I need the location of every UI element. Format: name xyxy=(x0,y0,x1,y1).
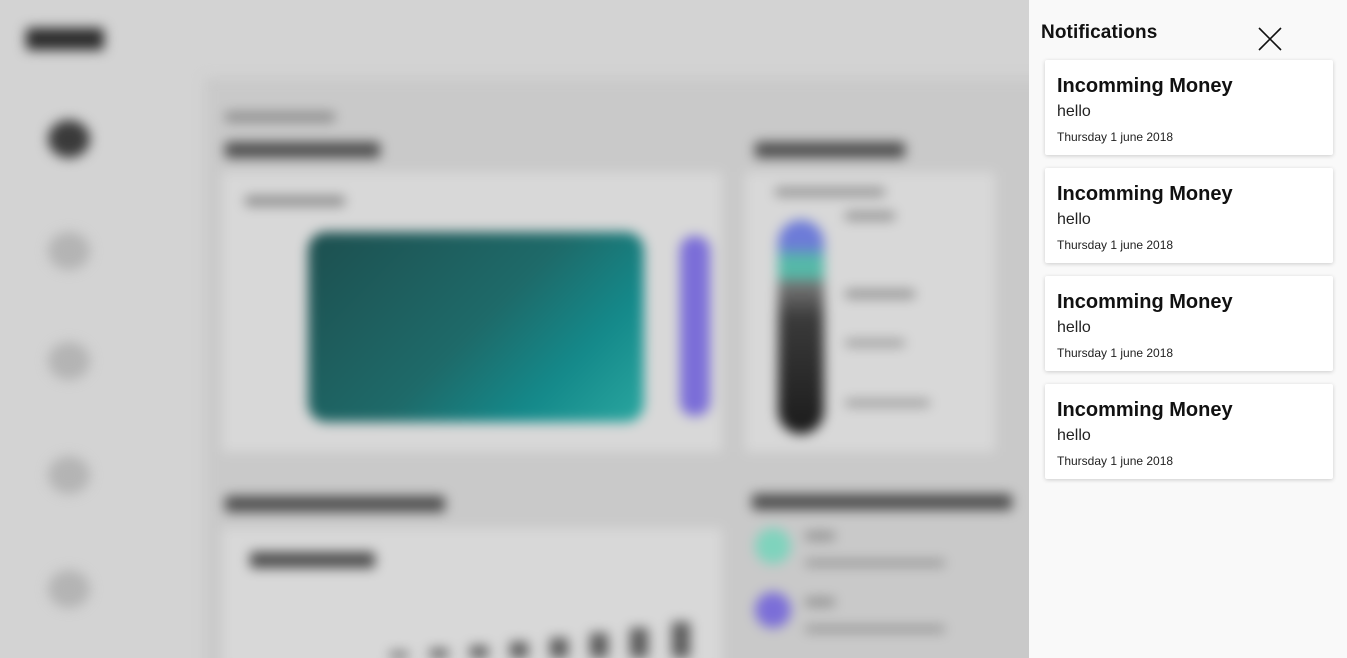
chart-bar xyxy=(672,622,690,658)
notifications-drawer: Notifications Incomming Money hello Thur… xyxy=(1029,0,1347,658)
notification-card[interactable]: Incomming Money hello Thursday 1 june 20… xyxy=(1045,276,1333,371)
section-heading xyxy=(225,142,380,158)
section-label xyxy=(245,196,345,206)
chart-bar xyxy=(630,628,648,658)
notification-title: Incomming Money xyxy=(1057,291,1233,313)
notifications-title: Notifications xyxy=(1041,22,1158,43)
transaction-line xyxy=(805,560,945,566)
legend-line xyxy=(775,188,885,196)
legend-line xyxy=(845,340,905,346)
transaction-line xyxy=(805,532,835,540)
chart-bar xyxy=(470,646,488,658)
notification-message: hello xyxy=(1057,427,1091,444)
legend-line xyxy=(845,212,895,220)
notification-date: Thursday 1 june 2018 xyxy=(1057,130,1174,144)
chart-bar xyxy=(590,633,608,658)
section-heading xyxy=(225,496,445,512)
nav-icon xyxy=(48,342,90,380)
nav-dashboard-icon xyxy=(48,120,90,158)
legend-line xyxy=(845,400,930,406)
nav-icon xyxy=(48,456,90,494)
chart-bar xyxy=(550,638,568,658)
distribution-bar xyxy=(778,220,824,434)
app-logo xyxy=(26,28,104,50)
transaction-line xyxy=(805,626,945,632)
chart-bar xyxy=(510,642,528,658)
transaction-line xyxy=(805,598,835,606)
notification-message: hello xyxy=(1057,103,1091,120)
section-heading xyxy=(752,494,1012,510)
notification-card[interactable]: Incomming Money hello Thursday 1 june 20… xyxy=(1045,168,1333,263)
bank-card-secondary xyxy=(680,236,710,416)
nav-icon xyxy=(48,232,90,270)
notification-title: Incomming Money xyxy=(1057,399,1233,421)
notification-date: Thursday 1 june 2018 xyxy=(1057,238,1174,252)
chart-bar xyxy=(430,649,448,658)
notification-message: hello xyxy=(1057,319,1091,336)
chart-bar xyxy=(390,652,408,658)
notification-title: Incomming Money xyxy=(1057,75,1233,97)
notification-message: hello xyxy=(1057,211,1091,228)
bank-card xyxy=(308,232,644,422)
transaction-avatar xyxy=(755,528,791,564)
legend-line xyxy=(845,290,915,298)
transaction-avatar xyxy=(755,592,791,628)
notification-date: Thursday 1 june 2018 xyxy=(1057,346,1174,360)
notification-card[interactable]: Incomming Money hello Thursday 1 june 20… xyxy=(1045,384,1333,479)
section-heading xyxy=(755,142,905,158)
balance-value xyxy=(250,552,375,568)
greeting-text xyxy=(225,112,335,122)
close-button[interactable] xyxy=(1255,24,1285,54)
notification-date: Thursday 1 june 2018 xyxy=(1057,454,1174,468)
close-icon xyxy=(1258,27,1282,51)
notification-title: Incomming Money xyxy=(1057,183,1233,205)
notification-card[interactable]: Incomming Money hello Thursday 1 june 20… xyxy=(1045,60,1333,155)
nav-icon xyxy=(48,570,90,608)
